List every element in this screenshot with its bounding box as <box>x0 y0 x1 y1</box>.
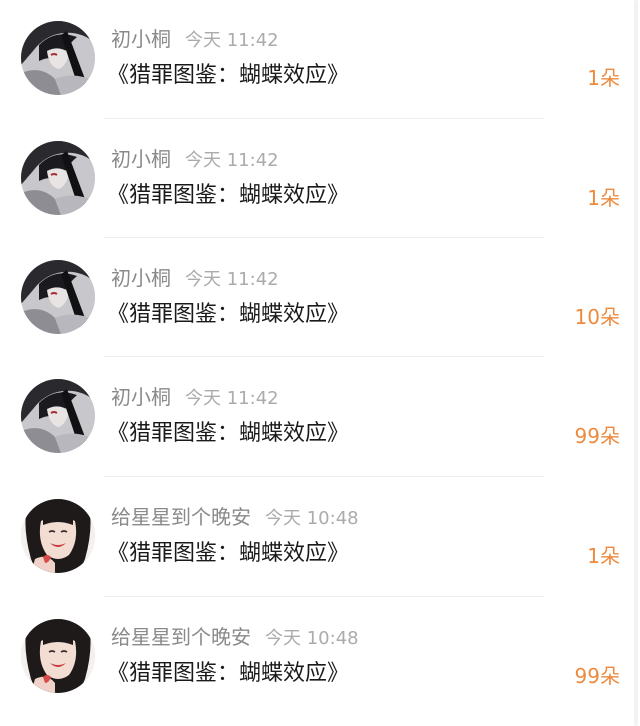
avatar[interactable] <box>21 619 95 693</box>
avatar[interactable] <box>21 379 95 453</box>
post-time: 今天 11:42 <box>185 269 279 290</box>
row-divider <box>104 476 544 477</box>
flower-count: 99朵 <box>574 424 620 448</box>
comment-row[interactable]: 初小桐 今天 11:42 《猎罪图鉴：蝴蝶效应》 1朵 <box>0 0 640 120</box>
dark-haired-anime-avatar-image <box>21 379 95 453</box>
comment-row[interactable]: 给星星到个晚安 今天 10:48 《猎罪图鉴：蝴蝶效应》 1朵 <box>0 478 640 598</box>
scrollbar[interactable] <box>634 0 638 726</box>
post-title[interactable]: 《猎罪图鉴：蝴蝶效应》 <box>107 654 349 694</box>
comment-row[interactable]: 给星星到个晚安 今天 10:48 《猎罪图鉴：蝴蝶效应》 99朵 <box>0 598 640 718</box>
smiling-girl-photo-avatar-image <box>21 499 95 573</box>
post-time: 今天 10:48 <box>265 628 359 649</box>
flower-count: 99朵 <box>574 664 620 688</box>
post-time: 今天 11:42 <box>185 388 279 409</box>
comment-meta: 初小桐 今天 11:42 <box>111 23 279 55</box>
flower-count: 10朵 <box>574 305 620 329</box>
comment-meta: 给星星到个晚安 今天 10:48 <box>111 621 359 653</box>
avatar[interactable] <box>21 260 95 334</box>
user-name[interactable]: 初小桐 <box>111 266 171 290</box>
post-title[interactable]: 《猎罪图鉴：蝴蝶效应》 <box>107 176 349 216</box>
comment-row[interactable]: 初小桐 今天 11:42 《猎罪图鉴：蝴蝶效应》 10朵 <box>0 239 640 359</box>
row-divider <box>104 118 544 119</box>
flower-count: 1朵 <box>587 186 620 210</box>
post-time: 今天 11:42 <box>185 150 279 171</box>
user-name[interactable]: 初小桐 <box>111 385 171 409</box>
avatar[interactable] <box>21 499 95 573</box>
dark-haired-anime-avatar-image <box>21 260 95 334</box>
flower-count: 1朵 <box>587 544 620 568</box>
flower-count: 1朵 <box>587 66 620 90</box>
dark-haired-anime-avatar-image <box>21 141 95 215</box>
user-name[interactable]: 给星星到个晚安 <box>111 505 251 529</box>
comment-meta: 初小桐 今天 11:42 <box>111 143 279 175</box>
post-time: 今天 10:48 <box>265 508 359 529</box>
post-title[interactable]: 《猎罪图鉴：蝴蝶效应》 <box>107 414 349 454</box>
smiling-girl-photo-avatar-image <box>21 619 95 693</box>
comment-row[interactable]: 初小桐 今天 11:42 《猎罪图鉴：蝴蝶效应》 1朵 <box>0 120 640 240</box>
row-divider <box>104 237 544 238</box>
row-divider <box>104 596 544 597</box>
user-name[interactable]: 初小桐 <box>111 27 171 51</box>
post-title[interactable]: 《猎罪图鉴：蝴蝶效应》 <box>107 534 349 574</box>
comment-meta: 给星星到个晚安 今天 10:48 <box>111 501 359 533</box>
user-name[interactable]: 给星星到个晚安 <box>111 625 251 649</box>
post-title[interactable]: 《猎罪图鉴：蝴蝶效应》 <box>107 295 349 335</box>
dark-haired-anime-avatar-image <box>21 21 95 95</box>
comment-meta: 初小桐 今天 11:42 <box>111 262 279 294</box>
post-time: 今天 11:42 <box>185 30 279 51</box>
avatar[interactable] <box>21 141 95 215</box>
comment-row[interactable]: 初小桐 今天 11:42 《猎罪图鉴：蝴蝶效应》 99朵 <box>0 358 640 478</box>
user-name[interactable]: 初小桐 <box>111 147 171 171</box>
comment-meta: 初小桐 今天 11:42 <box>111 381 279 413</box>
post-title[interactable]: 《猎罪图鉴：蝴蝶效应》 <box>107 56 349 96</box>
comment-list: 初小桐 今天 11:42 《猎罪图鉴：蝴蝶效应》 1朵 初小桐 今天 11:42 《… <box>0 0 640 726</box>
avatar[interactable] <box>21 21 95 95</box>
row-divider <box>104 356 544 357</box>
